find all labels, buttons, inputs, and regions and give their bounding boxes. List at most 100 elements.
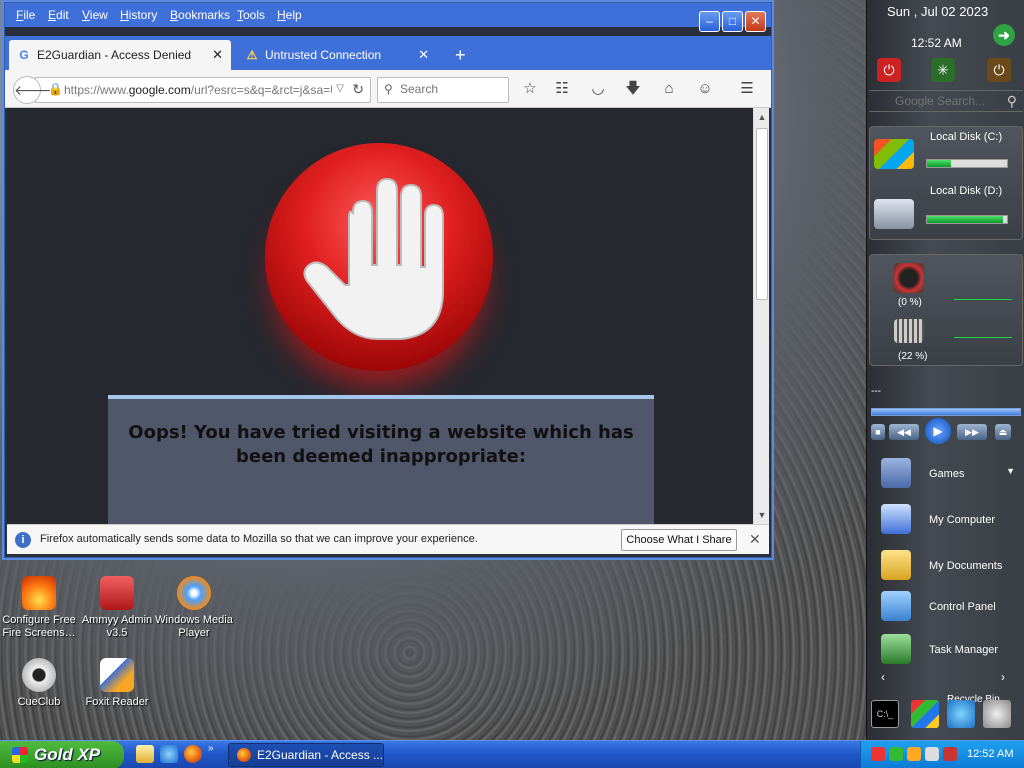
notification-bar: i Firefox automatically sends some data … xyxy=(7,524,769,554)
menu-bookmarks[interactable]: Bookmarks xyxy=(170,8,230,22)
notification-text: Firefox automatically sends some data to… xyxy=(40,533,478,545)
cpu-graph xyxy=(954,299,1012,300)
sidebar-time: 12:52 AM xyxy=(911,36,962,50)
bookmark-star-icon[interactable]: ☆ xyxy=(520,79,540,99)
home-icon[interactable]: ⌂ xyxy=(659,79,679,99)
reading-list-icon[interactable]: ☷ xyxy=(552,79,572,99)
notification-close-icon[interactable]: ✕ xyxy=(749,531,761,548)
choose-what-i-share-button[interactable]: Choose What I Share xyxy=(621,529,737,551)
disk-d-usage-bar xyxy=(926,215,1008,224)
menu-hamburger-icon[interactable]: ☰ xyxy=(737,79,757,99)
stop-icon[interactable]: ■ xyxy=(871,424,885,440)
network-icon[interactable] xyxy=(947,700,975,728)
menu-bar: File Edit View History Bookmarks Tools H… xyxy=(5,3,771,32)
speaker-icon[interactable] xyxy=(983,700,1011,728)
new-tab-button[interactable]: + xyxy=(447,40,474,70)
menu-help[interactable]: Help xyxy=(277,8,302,22)
tab-close-icon[interactable]: ✕ xyxy=(212,40,223,70)
taskbar: Gold XP » E2Guardian - Access ... 12:52 … xyxy=(0,740,1024,768)
tab-untrusted-connection[interactable]: ⚠ Untrusted Connection ✕ xyxy=(237,40,437,70)
tray-volume-icon[interactable] xyxy=(925,747,939,761)
tray-alert-icon[interactable] xyxy=(943,747,957,761)
tray-network-icon[interactable] xyxy=(889,747,903,761)
command-prompt-icon[interactable]: C:\_ xyxy=(871,700,899,728)
menu-tools[interactable]: Tools xyxy=(237,8,265,22)
media-seek-bar[interactable] xyxy=(871,408,1021,416)
download-icon[interactable]: 🡇 xyxy=(623,79,643,99)
windows-flag-icon xyxy=(12,747,28,763)
foxit-icon xyxy=(100,658,134,692)
scroll-thumb[interactable] xyxy=(756,128,768,300)
system-tray: 12:52 AM xyxy=(860,741,1024,768)
menu-file[interactable]: File xyxy=(16,8,35,22)
reload-icon[interactable]: ↻ xyxy=(352,81,364,98)
tray-app-icon[interactable] xyxy=(871,747,885,761)
tab-close-icon[interactable]: ✕ xyxy=(418,40,429,70)
show-desktop-icon[interactable] xyxy=(136,745,154,763)
play-icon[interactable]: ▶ xyxy=(925,418,951,444)
restart-icon[interactable]: ✳ xyxy=(931,58,955,82)
desktop-icon-configure-free-fire[interactable]: Configure Free Fire Screens… xyxy=(0,576,78,640)
warning-icon: ⚠ xyxy=(246,48,258,62)
media-track-text: --- xyxy=(871,386,881,397)
tray-security-icon[interactable] xyxy=(907,747,921,761)
desktop-icon-foxit-reader[interactable]: Foxit Reader xyxy=(78,658,156,709)
desktop-icon-label: Windows Media Player xyxy=(155,614,233,639)
menu-view[interactable]: View xyxy=(82,8,108,22)
launcher-games[interactable]: Games ▼ xyxy=(877,456,1017,492)
google-search-input[interactable] xyxy=(895,94,999,108)
scroll-up-icon[interactable]: ▲ xyxy=(755,110,769,124)
back-button[interactable]: 🡐 xyxy=(13,76,52,104)
rewind-icon[interactable]: ◀◀ xyxy=(889,424,919,440)
fast-forward-icon[interactable]: ▶▶ xyxy=(957,424,987,440)
url-dropdown-icon[interactable]: ▽ xyxy=(336,83,344,94)
desktop-icon-windows-media-player[interactable]: Windows Media Player xyxy=(155,576,233,640)
power-icon[interactable]: ⏻ xyxy=(877,58,901,82)
start-button[interactable]: Gold XP xyxy=(0,741,124,768)
tab-access-denied[interactable]: G E2Guardian - Access Denied ✕ xyxy=(9,40,231,70)
search-input[interactable] xyxy=(400,82,500,96)
menu-edit[interactable]: Edit xyxy=(48,8,69,22)
eject-icon[interactable]: ⏏ xyxy=(995,424,1011,440)
block-message-box: Oops! You have tried visiting a website … xyxy=(108,395,654,524)
search-icon[interactable]: ⚲ xyxy=(1007,93,1017,110)
scroll-left-icon[interactable]: ‹ xyxy=(881,670,885,684)
launcher-control-panel[interactable]: Control Panel xyxy=(877,589,1017,625)
search-box[interactable]: ⚲ xyxy=(377,77,509,103)
menu-history[interactable]: History xyxy=(120,8,157,22)
url-bar[interactable]: 🔒 https://www.google.com/url?esrc=s&q=&r… xyxy=(35,77,371,103)
media-player-icon xyxy=(177,576,211,610)
documents-folder-icon xyxy=(881,550,911,580)
minimize-button[interactable]: – xyxy=(699,11,720,32)
cueclub-icon xyxy=(22,658,56,692)
disk-d-usage-fill xyxy=(927,216,1003,223)
disk-c-usage-bar xyxy=(926,159,1008,168)
navigation-toolbar: 🔒 https://www.google.com/url?esrc=s&q=&r… xyxy=(5,70,771,108)
launcher-my-computer[interactable]: My Computer xyxy=(877,502,1017,538)
launcher-task-manager[interactable]: Task Manager xyxy=(877,632,1017,668)
chat-icon[interactable]: ☺ xyxy=(695,79,715,99)
desktop-icon-ammyy-admin[interactable]: Ammyy Admin v3.5 xyxy=(78,576,156,640)
maximize-button[interactable]: □ xyxy=(722,11,743,32)
scroll-right-icon[interactable]: › xyxy=(1001,670,1005,684)
pocket-icon[interactable]: ◡ xyxy=(588,79,608,99)
scroll-down-icon[interactable]: ▼ xyxy=(755,508,769,522)
desktop-icon-cueclub[interactable]: CueClub xyxy=(0,658,78,709)
internet-explorer-icon[interactable] xyxy=(160,745,178,763)
arrow-right-icon[interactable]: ➜ xyxy=(993,24,1015,46)
control-panel-icon xyxy=(881,591,911,621)
taskbar-button-e2guardian[interactable]: E2Guardian - Access ... xyxy=(228,743,384,767)
launcher-my-documents[interactable]: My Documents xyxy=(877,548,1017,584)
disk-c-label: Local Disk (C:) xyxy=(930,131,1003,143)
firefox-icon[interactable] xyxy=(184,745,202,763)
desktop-icon-label: Configure Free Fire Screens… xyxy=(2,614,76,639)
vertical-scrollbar[interactable]: ▲ ▼ xyxy=(753,108,769,524)
google-search-box[interactable]: ⚲ xyxy=(869,90,1023,112)
drive-icon xyxy=(874,199,914,229)
page-content: Oops! You have tried visiting a website … xyxy=(7,108,753,524)
chevron-down-icon[interactable]: ▼ xyxy=(1006,466,1015,476)
chevron-right-icon[interactable]: » xyxy=(208,743,214,754)
close-window-button[interactable]: ✕ xyxy=(745,11,766,32)
logoff-icon[interactable]: ⏻ xyxy=(987,58,1011,82)
security-shield-icon[interactable] xyxy=(911,700,939,728)
